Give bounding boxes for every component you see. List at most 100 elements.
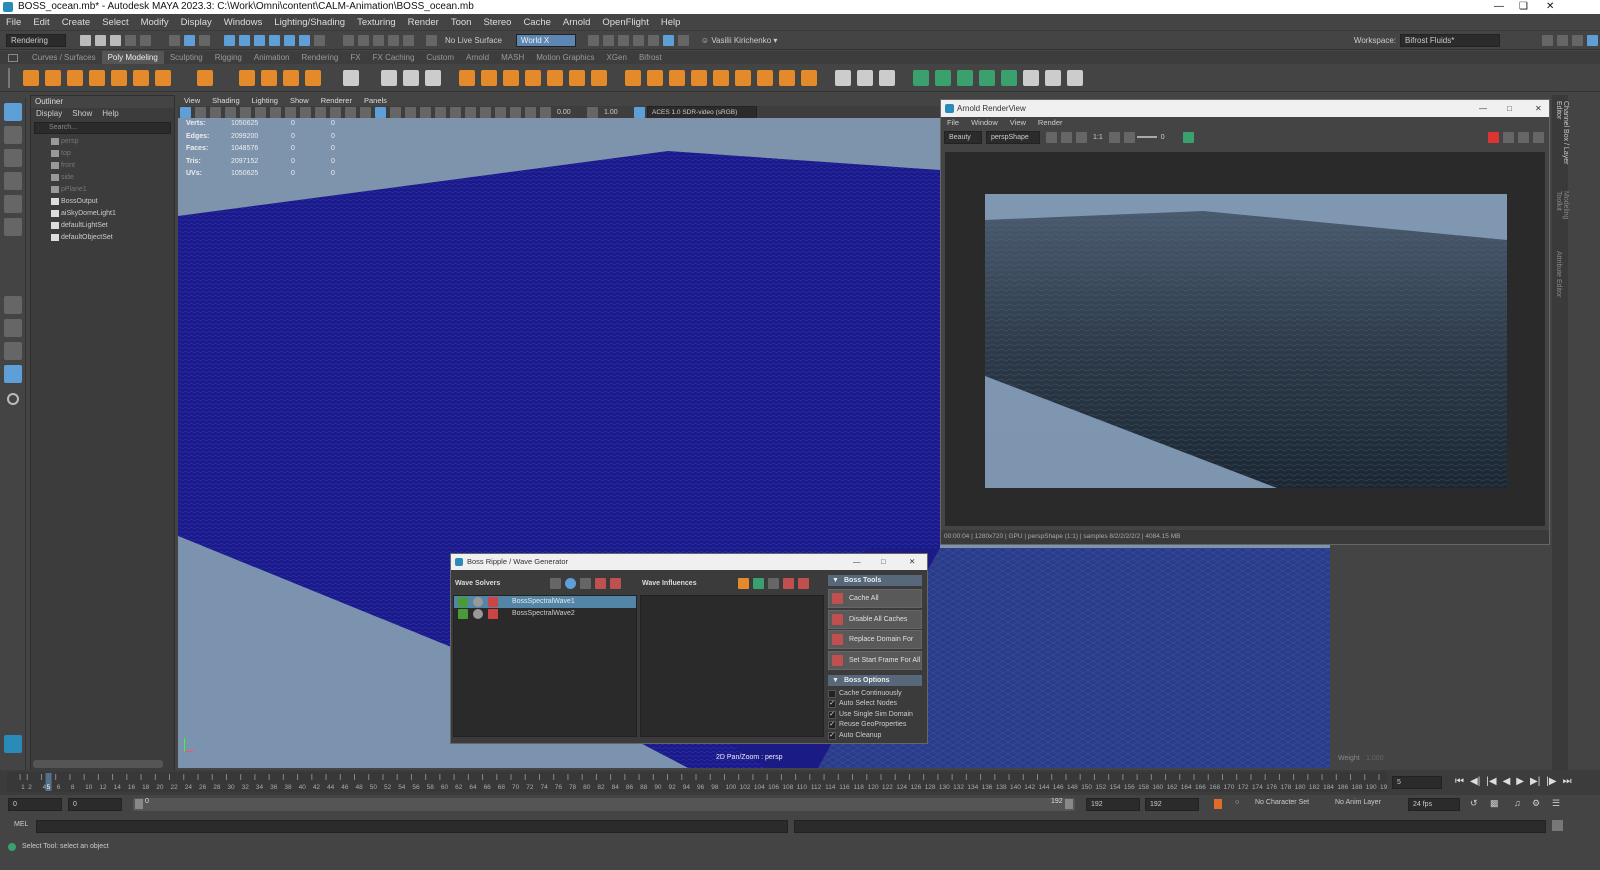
exposure-slider[interactable] (1136, 136, 1157, 138)
film-gate-icon[interactable] (255, 106, 266, 118)
step-back-frame-icon[interactable]: |◀ (1486, 776, 1496, 787)
workspace-dropdown[interactable]: Bifrost Fluids* (1400, 34, 1500, 47)
remove-cache-icon[interactable] (610, 578, 621, 589)
color-management-icon[interactable] (634, 106, 645, 118)
poke-icon[interactable] (713, 69, 729, 86)
enabled-checkbox-icon[interactable] (458, 597, 468, 607)
renderview-menu-file[interactable]: File (941, 117, 965, 129)
current-frame-field[interactable]: 5 (1392, 776, 1442, 789)
snap-view-icon[interactable] (284, 35, 295, 46)
boss-close-icon[interactable]: ✕ (909, 554, 915, 570)
history-icon[interactable] (343, 35, 354, 46)
soften-edge-icon[interactable] (935, 69, 951, 86)
type-icon[interactable] (283, 69, 299, 86)
range-start-handle[interactable] (135, 799, 143, 809)
collapse-icon[interactable] (779, 69, 795, 86)
set-start-frame-for-allbutton[interactable]: Set Start Frame For All (828, 650, 922, 670)
checked-checkbox-icon[interactable]: ✓ (828, 700, 836, 709)
menu-openflight[interactable]: OpenFlight (596, 15, 654, 31)
shelf-tab-rigging[interactable]: Rigging (209, 51, 248, 64)
poly-cone-icon[interactable] (89, 69, 105, 86)
isolate-select-icon[interactable] (480, 106, 491, 118)
option-checkbox[interactable]: Cache Continuously (828, 689, 902, 699)
option-checkbox[interactable]: ✓ Auto Select Nodes (828, 699, 897, 709)
transfer-icon[interactable] (1045, 69, 1061, 86)
unchecked-checkbox-icon[interactable] (828, 690, 836, 698)
option-checkbox[interactable]: ✓ Reuse GeoProperties (828, 720, 906, 730)
wave-solver-item[interactable]: BossSpectralWave1 (454, 596, 636, 608)
outliner-item[interactable]: front (31, 160, 174, 172)
render-refresh-icon[interactable] (1503, 131, 1514, 143)
four-view-layout-icon[interactable] (4, 319, 22, 337)
boolean-icon[interactable] (459, 69, 475, 86)
move-tool-icon[interactable] (4, 172, 22, 190)
open-scene-icon[interactable] (95, 35, 106, 46)
select-object-icon[interactable] (184, 35, 195, 46)
cache-allbutton[interactable]: Cache All (828, 589, 922, 608)
combine-icon[interactable] (343, 69, 359, 86)
outliner-item[interactable]: side (31, 172, 174, 184)
step-forward-frame-icon[interactable]: ▶| (1530, 776, 1540, 787)
attribute-editor-tab[interactable]: Attribute Editor (1555, 251, 1562, 301)
shelf-tab-rendering[interactable]: Rendering (295, 51, 344, 64)
influence-settings-icon[interactable] (753, 578, 764, 589)
renderview-maximize-icon[interactable]: □ (1507, 100, 1512, 117)
field-chart-icon[interactable] (300, 106, 311, 118)
menu-display[interactable]: Display (175, 15, 218, 31)
folder-icon[interactable] (550, 578, 561, 589)
boss-minimize-icon[interactable]: — (853, 554, 861, 570)
bridge-icon[interactable] (547, 69, 563, 86)
poly-sphere-icon[interactable] (23, 69, 39, 86)
snap-live-icon[interactable] (299, 35, 310, 46)
snap-grid-icon[interactable] (224, 35, 235, 46)
menu-create[interactable]: Create (56, 15, 97, 31)
outliner-item[interactable]: defaultLightSet (31, 220, 174, 232)
renderview-menu-window[interactable]: Window (965, 117, 1004, 129)
mel-command-input[interactable] (36, 820, 788, 833)
disconnect-influence-icon[interactable] (798, 578, 809, 589)
shelf-tab-arnold[interactable]: Arnold (460, 51, 495, 64)
shelf-tab-animation[interactable]: Animation (248, 51, 296, 64)
time-slider[interactable]: 1 2 4 6 8 10 12 14 16 18 20 22 24 26 28 30 32 34 36 38 40 42 4… (0, 770, 1600, 795)
menuset-dropdown[interactable]: Rendering (6, 34, 66, 47)
toggle-modeling-toolkit-icon[interactable] (1542, 35, 1553, 46)
planar-map-icon[interactable] (857, 69, 873, 86)
reverse-icon[interactable] (979, 69, 995, 86)
target-weld-icon[interactable] (801, 69, 817, 86)
isolate-icon[interactable] (1061, 131, 1072, 143)
loop-icon[interactable]: ↺ (1470, 798, 1478, 809)
script-editor-icon[interactable] (1552, 820, 1563, 831)
end-time-field[interactable]: 192 (1145, 798, 1199, 811)
extract-icon[interactable] (481, 69, 497, 86)
shadows-icon[interactable] (420, 106, 431, 118)
super-shape-icon[interactable] (239, 69, 255, 86)
character-set-icon[interactable]: ○ (1235, 799, 1239, 806)
mel-label[interactable]: MEL (14, 821, 28, 828)
modeling-toolkit-tab[interactable]: Modeling Toolkit (1555, 191, 1569, 241)
snap-surface-icon[interactable] (269, 35, 280, 46)
paint-select-icon[interactable] (4, 149, 22, 167)
select-tool-icon[interactable] (4, 103, 22, 121)
motion-blur-icon[interactable] (450, 106, 461, 118)
single-perspective-layout-icon[interactable] (4, 296, 22, 314)
mirror-icon[interactable] (381, 69, 397, 86)
outliner-item[interactable]: BossOutput (31, 196, 174, 208)
lasso-tool-icon[interactable] (4, 126, 22, 144)
separate-icon[interactable] (503, 69, 519, 86)
shelf-tab-motiongraphics[interactable]: Motion Graphics (530, 51, 600, 64)
color-correction-icon[interactable] (1182, 131, 1194, 143)
outliner-item[interactable]: pPlane1 (31, 184, 174, 196)
range-end-handle[interactable] (1065, 799, 1073, 809)
visibility-icon[interactable] (473, 609, 483, 619)
shelf-tab-curvessurfaces[interactable]: Curves / Surfaces (26, 51, 102, 64)
outliner-menu-help[interactable]: Help (97, 108, 123, 120)
menu-select[interactable]: Select (96, 15, 134, 31)
auto-key-icon[interactable] (1214, 799, 1222, 809)
shelf-tab-xgen[interactable]: XGen (600, 51, 632, 64)
redo-icon[interactable] (140, 35, 151, 46)
xray-components-icon[interactable] (525, 106, 536, 118)
shelf-tab-sculpting[interactable]: Sculpting (164, 51, 209, 64)
checked-checkbox-icon[interactable]: ✓ (828, 710, 836, 719)
select-hierarchy-icon[interactable] (169, 35, 180, 46)
channel-box-tab[interactable]: Channel Box / Layer Editor (1555, 101, 1569, 181)
